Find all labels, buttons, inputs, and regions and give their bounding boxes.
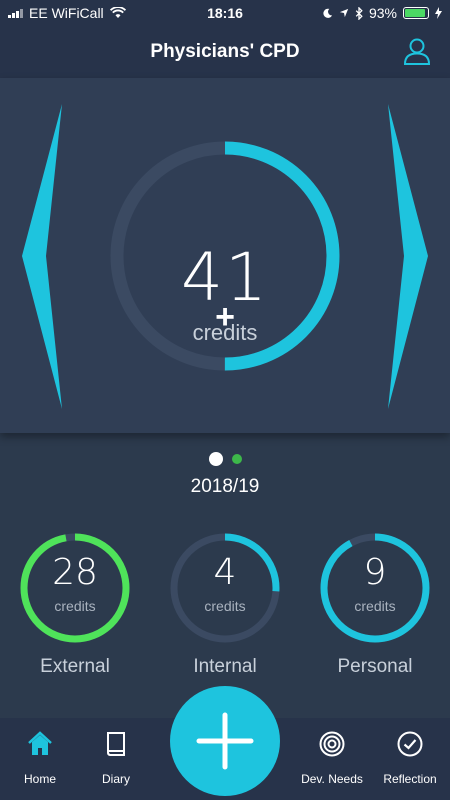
nav-reflection[interactable]: Reflection <box>370 730 450 786</box>
personal-label: Personal <box>337 656 413 677</box>
signal-icon <box>8 8 23 18</box>
location-arrow-icon <box>339 8 349 18</box>
page-dot-active[interactable] <box>208 452 223 466</box>
external-unit: credits <box>54 598 96 614</box>
charging-bolt-icon <box>435 7 442 19</box>
book-icon <box>107 732 125 756</box>
nav-diary[interactable]: Diary <box>76 730 156 786</box>
battery-fill <box>405 9 426 17</box>
nav-dev-needs-label: Dev. Needs <box>301 772 363 786</box>
plus-icon <box>196 712 254 770</box>
internal-value: 4 <box>213 552 237 593</box>
app-header: Physicians' CPD <box>0 26 450 78</box>
status-right: 93% <box>322 5 442 21</box>
internal-credits[interactable]: 4 credits Internal <box>165 530 285 678</box>
year-label: 2018/19 <box>190 476 260 497</box>
previous-arrow-icon[interactable] <box>22 104 62 409</box>
add-activity-button[interactable] <box>170 686 280 796</box>
home-icon <box>28 731 52 755</box>
total-credits-card: 41 credits + <box>0 78 450 433</box>
page-indicator[interactable] <box>0 452 450 466</box>
battery-percent: 93% <box>368 5 397 21</box>
nav-reflection-label: Reflection <box>383 772 437 786</box>
external-credits[interactable]: 28 credits External <box>15 530 135 678</box>
add-credit-button[interactable]: + <box>208 300 242 334</box>
status-bar: EE WiFiCall 18:16 93% <box>0 0 450 26</box>
wifi-icon <box>109 7 126 18</box>
nav-home-label: Home <box>23 772 56 786</box>
external-label: External <box>40 656 110 677</box>
personal-unit: credits <box>354 598 396 614</box>
page-title: Physicians' CPD <box>150 41 300 62</box>
status-left: EE WiFiCall <box>8 5 126 21</box>
personal-value: 9 <box>363 552 387 593</box>
nav-dev-needs[interactable]: Dev. Needs <box>292 730 372 786</box>
personal-credits[interactable]: 9 credits Personal <box>315 530 435 678</box>
total-credits-ring[interactable]: 41 credits <box>103 134 347 378</box>
next-arrow-icon[interactable] <box>388 104 428 409</box>
user-profile-icon[interactable] <box>402 36 432 66</box>
nav-diary-label: Diary <box>101 772 130 786</box>
moon-icon <box>323 8 333 18</box>
external-value: 28 <box>52 552 98 593</box>
internal-unit: credits <box>204 598 246 614</box>
check-circle-icon <box>397 731 423 757</box>
target-icon <box>319 731 345 757</box>
internal-label: Internal <box>193 656 257 677</box>
battery-icon <box>403 7 429 19</box>
page-dot[interactable] <box>231 454 242 464</box>
carrier-label: EE WiFiCall <box>29 5 104 21</box>
bluetooth-icon <box>355 6 363 20</box>
nav-home[interactable]: Home <box>0 730 80 786</box>
